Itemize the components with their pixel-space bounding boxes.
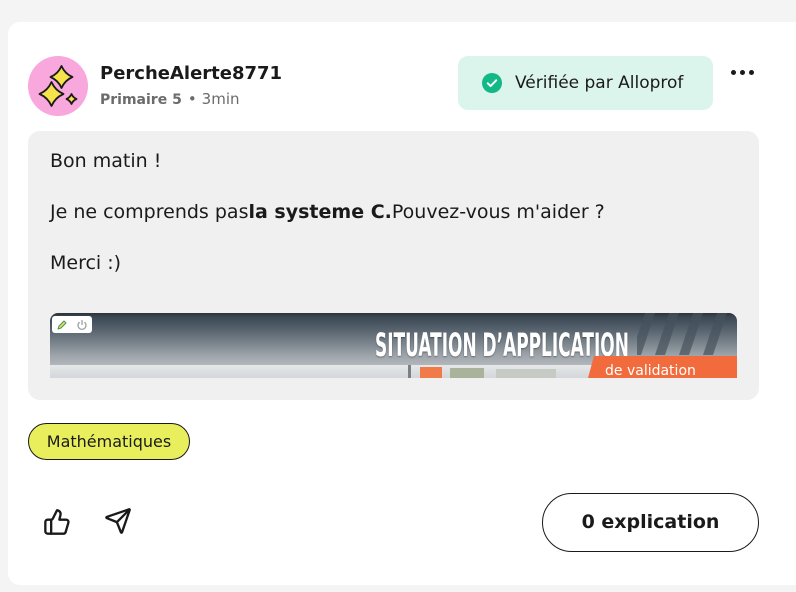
meta-separator: •	[187, 90, 197, 108]
question-line-closing: Merci :)	[50, 252, 122, 274]
attachment-detail	[450, 368, 484, 378]
attachment-image[interactable]: SITUATION D’APPLICATION de validation	[50, 313, 737, 378]
thumbs-up-icon	[44, 509, 70, 535]
verified-badge: Vérifiée par Alloprof	[458, 56, 713, 110]
verified-badge-label: Vérifiée par Alloprof	[515, 73, 684, 93]
author-grade: Primaire 5	[100, 92, 182, 108]
more-horizontal-icon	[740, 69, 745, 75]
explanations-button[interactable]: 0 explication	[542, 493, 759, 552]
question-line-main: Je ne comprends pasla systeme C.Pouvez-v…	[50, 200, 605, 224]
question-line-greeting: Bon matin !	[50, 150, 162, 172]
like-button[interactable]	[43, 508, 71, 536]
post-time: 3min	[201, 90, 240, 108]
attachment-ribbon-text: de validation	[605, 363, 696, 378]
question-card: PercheAlerte8771 Primaire 5 • 3min Vérifié…	[8, 22, 796, 585]
attachment-detail	[496, 369, 556, 378]
sparkles-icon	[38, 65, 78, 107]
pencil-icon[interactable]	[56, 319, 68, 331]
more-options-button[interactable]	[731, 69, 754, 75]
post-meta: Primaire 5 • 3min	[100, 90, 240, 109]
more-horizontal-icon	[749, 69, 754, 75]
attachment-toolbar	[52, 316, 92, 333]
question-text-bold: la systeme C.	[248, 201, 392, 223]
power-icon[interactable]	[76, 319, 88, 331]
attachment-detail	[408, 365, 411, 378]
question-text-prefix: Je ne comprends pas	[50, 201, 249, 223]
attachment-chevron-pattern	[637, 313, 727, 355]
send-icon	[105, 508, 131, 534]
attachment-heading: SITUATION D’APPLICATION	[375, 326, 629, 364]
question-text-suffix: Pouvez-vous m'aider ?	[391, 201, 605, 223]
author-username[interactable]: PercheAlerte8771	[100, 63, 282, 85]
attachment-detail	[420, 367, 442, 378]
question-body[interactable]: Bon matin ! Je ne comprends pasla system…	[28, 131, 759, 400]
more-horizontal-icon	[731, 69, 736, 75]
check-circle-icon	[482, 73, 502, 93]
share-button[interactable]	[104, 507, 132, 535]
subject-tag[interactable]: Mathématiques	[28, 423, 190, 460]
author-avatar[interactable]	[28, 56, 88, 116]
